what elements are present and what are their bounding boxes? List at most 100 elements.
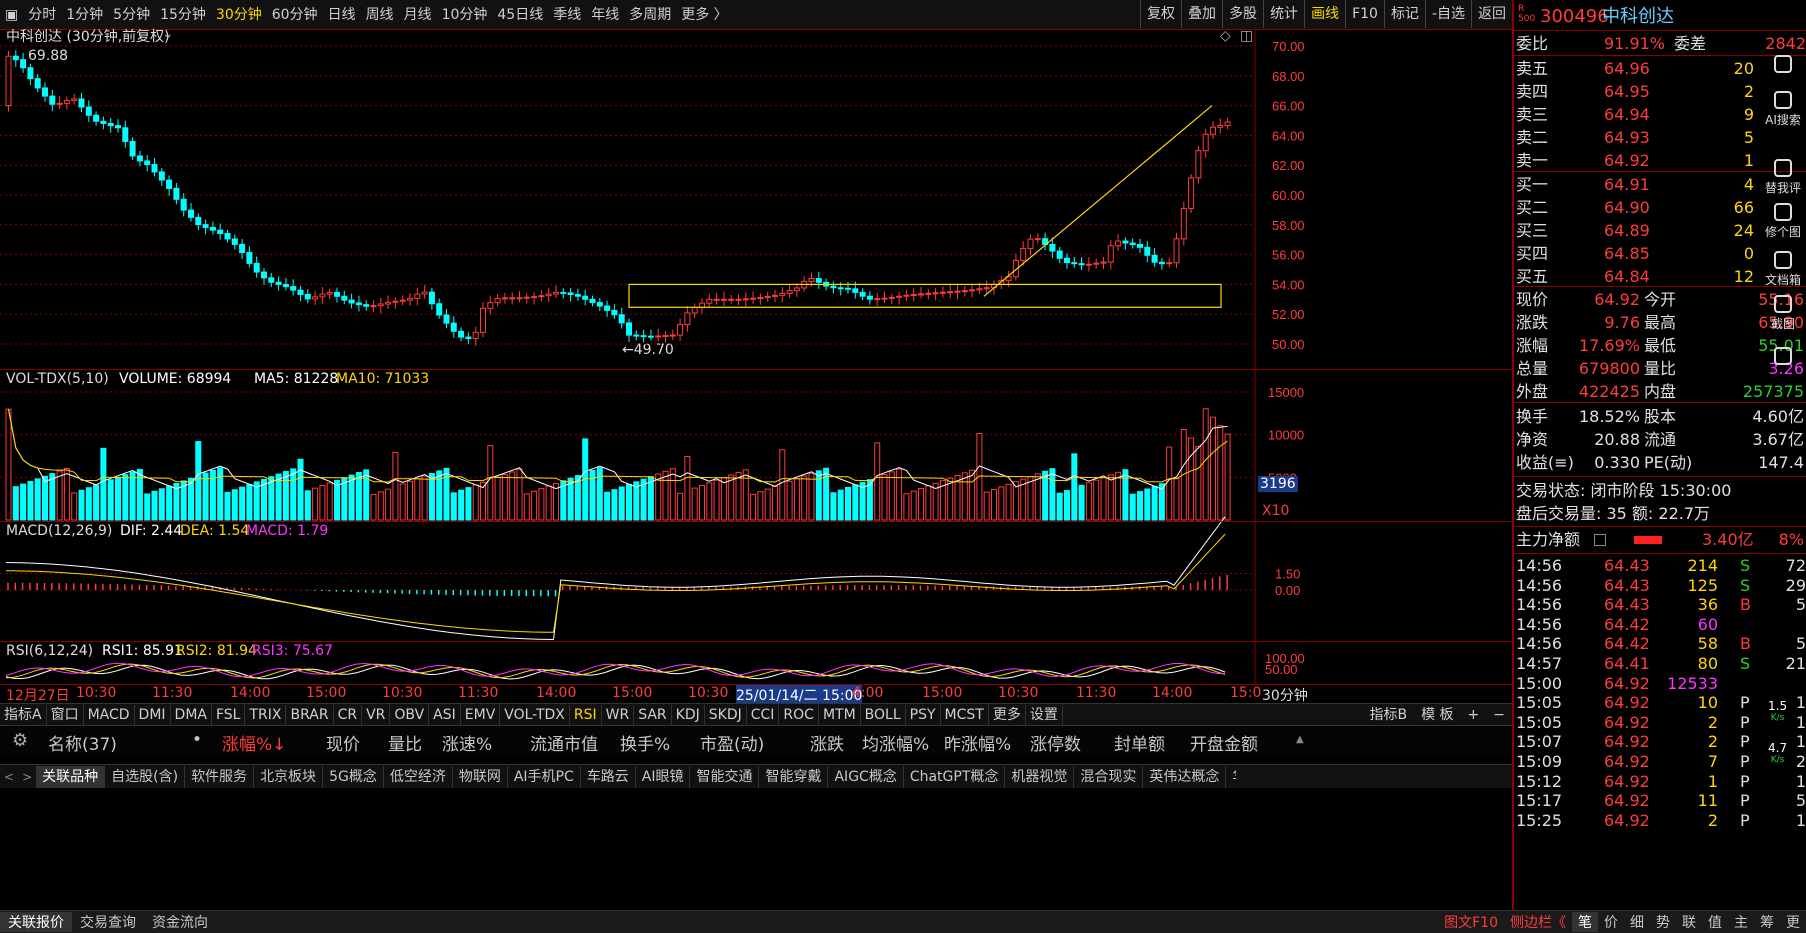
status-right-button[interactable]: 图文F10 xyxy=(1438,912,1504,932)
status-right-button[interactable]: 主 xyxy=(1728,912,1754,932)
menu-icon[interactable] xyxy=(1594,534,1606,546)
indicator-tab[interactable]: RSI xyxy=(570,704,602,725)
period-tab[interactable]: 10分钟 xyxy=(437,1,493,29)
gear-icon[interactable]: ⚙ xyxy=(12,730,28,751)
column-header-cell[interactable]: 封单额 xyxy=(1114,730,1165,755)
indicator-tab[interactable]: 设置 xyxy=(1026,704,1063,725)
sector-tab[interactable]: 关联品种 xyxy=(36,765,106,788)
document-sidebar-item[interactable]: 文档箱 xyxy=(1760,251,1806,288)
indicator-tab[interactable]: DMI xyxy=(135,704,171,725)
sector-tab[interactable]: 车路云 xyxy=(581,765,636,788)
period-tab[interactable]: 多周期 xyxy=(624,1,676,29)
column-header-cell[interactable]: 涨速% xyxy=(442,730,492,755)
indicator-tab[interactable]: SKDJ xyxy=(705,704,747,725)
sector-tab[interactable]: AI眼镜 xyxy=(636,765,691,788)
indicator-tab[interactable]: MACD xyxy=(84,704,135,725)
scroll-up-icon[interactable]: ▲ xyxy=(1296,734,1304,745)
period-tab[interactable]: 15分钟 xyxy=(155,1,211,29)
status-tab[interactable]: 资金流向 xyxy=(144,912,216,932)
indicator-right-button[interactable]: + xyxy=(1461,705,1487,725)
indicator-tab[interactable]: KDJ xyxy=(672,704,705,725)
status-right-button[interactable]: 联 xyxy=(1676,912,1702,932)
period-tab[interactable]: 30分钟 xyxy=(211,1,267,29)
scroll-right-icon[interactable]: > xyxy=(18,770,36,784)
column-header-cell[interactable]: 名称(37) xyxy=(48,730,117,755)
status-tab[interactable]: 交易查询 xyxy=(72,912,144,932)
column-header-cell[interactable]: 涨幅%↓ xyxy=(222,730,286,755)
column-header-cell[interactable]: 均涨幅% xyxy=(862,730,929,755)
sector-tab[interactable]: ChatGPT概念 xyxy=(904,765,1006,788)
column-header-cell[interactable]: 昨涨幅% xyxy=(944,730,1011,755)
sector-tab[interactable]: 英伟达概念 xyxy=(1143,765,1227,788)
indicator-tab[interactable]: 更多 xyxy=(989,704,1026,725)
sector-tab[interactable]: 华为鸿 xyxy=(1226,766,1236,788)
indicator-tab[interactable]: WR xyxy=(602,704,635,725)
period-tab[interactable]: 45日线 xyxy=(492,1,548,29)
period-tab[interactable]: 5分钟 xyxy=(108,1,155,29)
status-right-button[interactable]: 筹 xyxy=(1754,912,1780,932)
scroll-left-icon[interactable]: < xyxy=(0,770,18,784)
column-header-cell[interactable]: 换手% xyxy=(620,730,670,755)
settings-sidebar-item[interactable] xyxy=(1760,347,1806,367)
indicator-tab[interactable]: TRIX xyxy=(245,704,287,725)
indicator-tab[interactable]: FSL xyxy=(212,704,246,725)
status-right-button[interactable]: 更 xyxy=(1780,912,1806,932)
column-header-cell[interactable]: 涨停数 xyxy=(1030,730,1081,755)
column-header-cell[interactable]: 开盘金额 xyxy=(1190,730,1258,755)
sector-tab[interactable]: 智能穿戴 xyxy=(759,765,829,788)
image-edit-sidebar-item[interactable]: 修个图 xyxy=(1760,203,1806,240)
sector-tab[interactable]: 5G概念 xyxy=(323,765,384,788)
period-tab[interactable]: 更多 〉 xyxy=(676,1,732,29)
indicator-tab[interactable]: ROC xyxy=(779,704,819,725)
indicator-right-button[interactable]: 指标B xyxy=(1362,705,1414,725)
window-menu-icon[interactable]: ▣ xyxy=(0,1,23,29)
ai-search-sidebar-item[interactable]: AI搜索 xyxy=(1760,91,1806,128)
sector-tab[interactable]: 软件服务 xyxy=(185,765,255,788)
indicator-tab[interactable]: 窗口 xyxy=(47,704,84,725)
toolbar-button[interactable]: 叠加 xyxy=(1181,0,1222,28)
sector-tab[interactable]: 智能交通 xyxy=(690,765,760,788)
indicator-tab[interactable]: OBV xyxy=(390,704,430,725)
column-header-cell[interactable]: 量比 xyxy=(388,730,422,755)
review-sidebar-item[interactable]: 替我评 xyxy=(1760,159,1806,196)
toolbar-button[interactable]: 多股 xyxy=(1222,0,1263,28)
sector-tab[interactable]: 机器视觉 xyxy=(1005,765,1075,788)
period-tab[interactable]: 周线 xyxy=(361,1,399,29)
toolbar-button[interactable]: 标记 xyxy=(1383,0,1425,28)
toolbar-button[interactable]: 复权 xyxy=(1140,0,1181,28)
indicator-right-button[interactable]: − xyxy=(1486,705,1512,725)
indicator-tab[interactable]: 指标A xyxy=(0,704,47,725)
indicator-tab[interactable]: ASI xyxy=(429,704,461,725)
indicator-tab[interactable]: CR xyxy=(334,704,363,725)
toolbar-button[interactable]: -自选 xyxy=(1424,0,1471,28)
indicator-tab[interactable]: VR xyxy=(362,704,391,725)
indicator-tab[interactable]: EMV xyxy=(461,704,501,725)
sector-tab[interactable]: 自选股(含) xyxy=(105,765,186,788)
heart-sidebar-item[interactable] xyxy=(1760,55,1806,75)
indicator-tab[interactable]: DMA xyxy=(171,704,212,725)
period-tab[interactable]: 分时 xyxy=(23,1,61,29)
status-right-button[interactable]: 笔 xyxy=(1572,912,1598,932)
status-right-button[interactable]: 侧边栏《 xyxy=(1504,912,1572,932)
screenshot-sidebar-item[interactable]: 截图 xyxy=(1760,295,1806,332)
indicator-tab[interactable]: MCST xyxy=(941,704,989,725)
column-header-cell[interactable]: 流通市值 xyxy=(530,730,598,755)
column-header-cell[interactable]: 现价 xyxy=(326,730,360,755)
toolbar-button[interactable]: 画线 xyxy=(1304,0,1345,28)
indicator-tab[interactable]: CCI xyxy=(747,704,780,725)
status-right-button[interactable]: 细 xyxy=(1624,912,1650,932)
sector-tab[interactable]: 北京板块 xyxy=(254,765,324,788)
indicator-tab[interactable]: PSY xyxy=(906,704,941,725)
period-tab[interactable]: 日线 xyxy=(323,1,361,29)
column-header-cell[interactable]: 市盈(动) xyxy=(700,730,764,755)
indicator-tab[interactable]: SAR xyxy=(634,704,672,725)
period-tab[interactable]: 月线 xyxy=(399,1,437,29)
status-right-button[interactable]: 价 xyxy=(1598,912,1624,932)
sector-tab[interactable]: 物联网 xyxy=(453,765,508,788)
indicator-right-button[interactable]: 模 板 xyxy=(1414,705,1460,725)
indicator-tab[interactable]: BRAR xyxy=(286,704,334,725)
sector-tab[interactable]: AI手机PC xyxy=(508,765,581,788)
toolbar-button[interactable]: F10 xyxy=(1345,0,1384,28)
indicator-tab[interactable]: MTM xyxy=(819,704,861,725)
sector-tab[interactable]: AIGC概念 xyxy=(828,765,904,788)
